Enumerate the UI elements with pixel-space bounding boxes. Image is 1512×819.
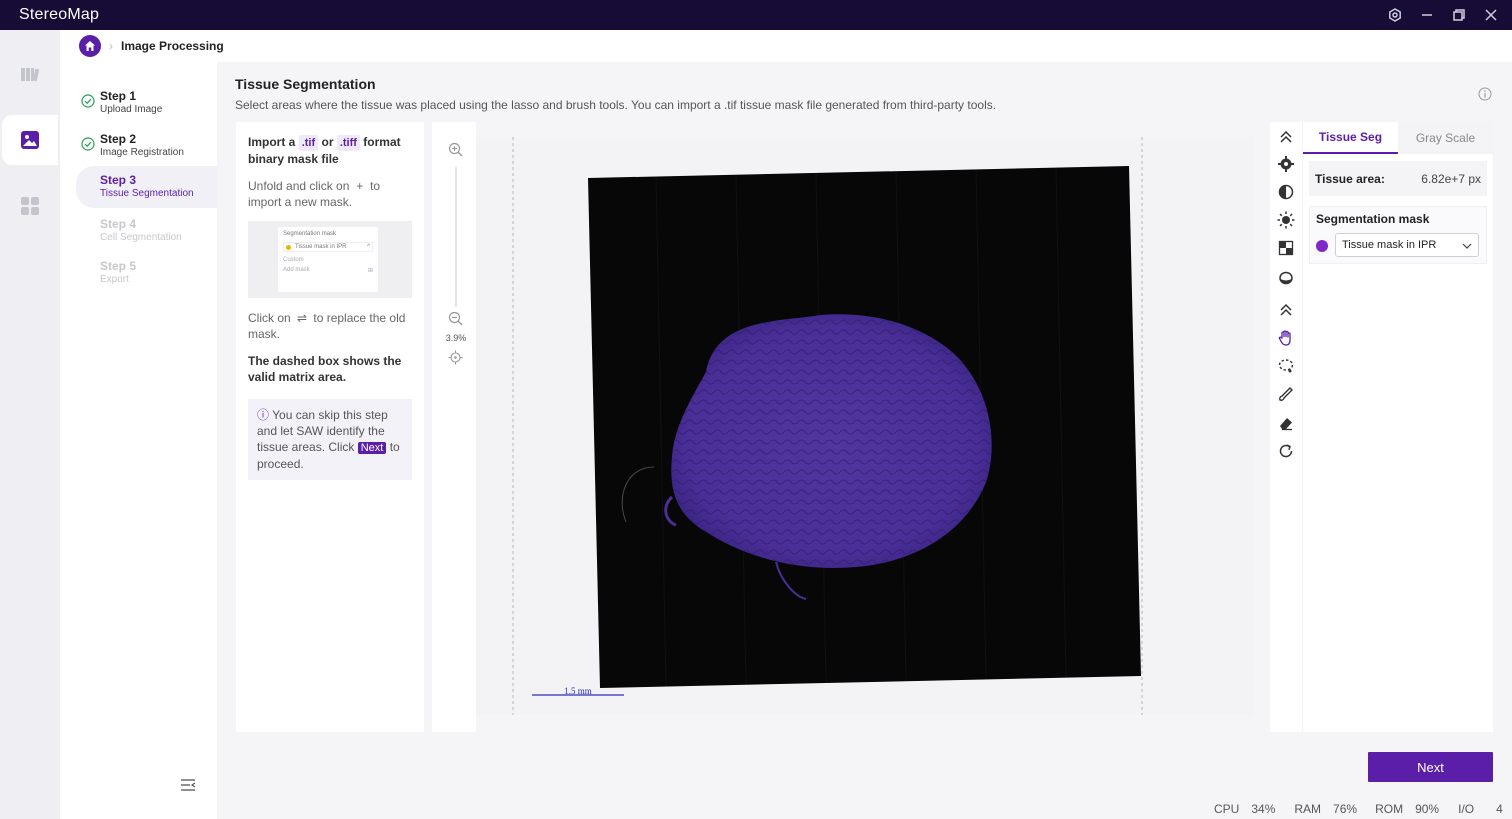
image-processing-icon[interactable] xyxy=(2,115,58,165)
scale-bar-label: 1.5 mm xyxy=(564,686,592,696)
steps-sidebar: Step 1 Upload Image Step 2 Image Registr… xyxy=(60,62,217,819)
app-title: StereoMap xyxy=(19,6,100,23)
ram-value: 76% xyxy=(1333,802,1358,816)
next-button[interactable]: Next xyxy=(1368,752,1493,782)
next-chip: Next xyxy=(357,442,387,454)
tissue-image: 1.5 mm xyxy=(512,137,1143,715)
settings-icon[interactable] xyxy=(1386,6,1404,24)
status-bar: CPU 34% RAM 76% ROM 90% I/O 4 xyxy=(1214,802,1503,816)
mask-preview-image: Segmentation mask Tissue mask in IPR ^ C… xyxy=(248,221,412,298)
instructions-panel: Import a .tif or .tiff format binary mas… xyxy=(236,122,424,732)
brush-icon[interactable] xyxy=(1277,385,1295,403)
panel-tabs: Tissue Seg Gray Scale xyxy=(1303,122,1493,154)
title-bar: StereoMap xyxy=(0,0,1512,30)
properties-panel: Tissue Seg Gray Scale Tissue area: 6.82e… xyxy=(1303,122,1493,732)
step-label: Step 3 xyxy=(100,173,137,187)
ink-drop-icon[interactable] xyxy=(1277,268,1295,286)
lasso-icon[interactable] xyxy=(1277,357,1295,375)
zoom-out-icon[interactable] xyxy=(448,311,463,326)
tab-gray-scale[interactable]: Gray Scale xyxy=(1398,122,1493,154)
home-icon[interactable] xyxy=(79,35,101,57)
library-icon[interactable] xyxy=(0,49,60,99)
dashed-box-note: The dashed box shows the valid matrix ar… xyxy=(248,354,402,384)
breadcrumb-current: Image Processing xyxy=(121,39,224,53)
minimize-icon[interactable] xyxy=(1418,6,1436,24)
segmentation-mask-section: Segmentation mask Tissue mask in IPR xyxy=(1309,206,1487,264)
step-5: Step 5 Export xyxy=(76,252,217,292)
preview-title: Segmentation mask xyxy=(283,231,337,237)
image-canvas[interactable]: 1.5 mm xyxy=(476,137,1254,715)
tissue-area-label: Tissue area: xyxy=(1315,171,1385,186)
preview-custom: Custom xyxy=(283,257,304,263)
replace-instruction: Click on ⇌ to replace the old mask. xyxy=(248,311,406,341)
preview-add: Add mask xyxy=(283,267,310,273)
step-label: Step 5 xyxy=(100,259,137,273)
unfold-instruction: Unfold and click on + to import a new ma… xyxy=(248,179,381,209)
step-sublabel: Cell Segmentation xyxy=(100,232,182,243)
step-3[interactable]: Step 3 Tissue Segmentation xyxy=(76,166,217,208)
step-label: Step 1 xyxy=(100,89,137,103)
tiff-tag: .tiff xyxy=(336,135,360,151)
redo-icon[interactable] xyxy=(1277,442,1295,460)
zoom-controls: 3.9% xyxy=(432,122,476,732)
cpu-label: CPU xyxy=(1214,802,1240,816)
restore-icon[interactable] xyxy=(1450,6,1468,24)
import-instruction: Import a .tif or .tiff format binary mas… xyxy=(248,135,401,166)
breadcrumb-separator: › xyxy=(109,39,113,53)
apps-icon[interactable] xyxy=(0,181,60,231)
collapse-up-icon[interactable] xyxy=(1277,301,1295,319)
hand-icon[interactable] xyxy=(1277,329,1295,347)
recenter-icon[interactable] xyxy=(448,350,463,365)
mask-select-value: Tissue mask in IPR xyxy=(1342,239,1437,251)
window-controls xyxy=(1386,0,1500,30)
segmentation-mask-title: Segmentation mask xyxy=(1316,212,1430,226)
brightness-icon[interactable] xyxy=(1277,211,1295,229)
close-icon[interactable] xyxy=(1482,6,1500,24)
tissue-area-readout: Tissue area: 6.82e+7 px xyxy=(1309,161,1487,196)
swap-icon: ⇌ xyxy=(297,311,308,325)
breadcrumb: › Image Processing xyxy=(60,30,1512,62)
cpu-value: 34% xyxy=(1251,802,1276,816)
tissue-area-value: 6.82e+7 px xyxy=(1421,171,1481,186)
zoom-percent: 3.9% xyxy=(445,333,467,343)
step-2[interactable]: Step 2 Image Registration xyxy=(76,125,217,165)
rom-value: 90% xyxy=(1415,802,1440,816)
mask-color-swatch xyxy=(1316,240,1328,252)
page-description: Select areas where the tissue was placed… xyxy=(235,98,997,112)
nav-rail xyxy=(0,30,60,819)
step-label: Step 2 xyxy=(100,132,137,146)
collapse-sidebar-icon[interactable] xyxy=(180,778,196,792)
rom-label: ROM xyxy=(1375,802,1404,816)
preview-item: Tissue mask in IPR xyxy=(295,244,347,250)
tab-tissue-seg[interactable]: Tissue Seg xyxy=(1303,122,1398,154)
check-circle-icon xyxy=(81,137,95,151)
checker-icon[interactable] xyxy=(1277,239,1295,257)
info-icon[interactable] xyxy=(1478,87,1492,101)
step-label: Step 4 xyxy=(100,217,137,231)
eraser-icon[interactable] xyxy=(1277,414,1295,432)
step-sublabel: Upload Image xyxy=(100,104,163,115)
tool-strip xyxy=(1270,122,1302,732)
mask-select[interactable]: Tissue mask in IPR xyxy=(1335,233,1479,257)
step-sublabel: Image Registration xyxy=(100,147,184,158)
settings-gear-icon[interactable] xyxy=(1277,155,1295,173)
contrast-icon[interactable] xyxy=(1277,183,1295,201)
tif-tag: .tif xyxy=(298,135,319,151)
io-value: 4 xyxy=(1496,802,1503,816)
skip-tip: ⓘ You can skip this step and let SAW ide… xyxy=(248,399,412,480)
step-4: Step 4 Cell Segmentation xyxy=(76,210,217,250)
ram-label: RAM xyxy=(1294,802,1322,816)
step-1[interactable]: Step 1 Upload Image xyxy=(76,82,217,122)
io-label: I/O xyxy=(1458,802,1475,816)
zoom-in-icon[interactable] xyxy=(448,142,463,157)
step-sublabel: Tissue Segmentation xyxy=(100,188,194,199)
page-title: Tissue Segmentation xyxy=(235,76,376,92)
zoom-slider[interactable] xyxy=(455,167,457,307)
collapse-up-icon[interactable] xyxy=(1277,128,1295,146)
plus-icon: + xyxy=(356,179,364,193)
chevron-down-icon xyxy=(1462,243,1472,249)
info-circle-icon: ⓘ xyxy=(257,408,270,422)
step-sublabel: Export xyxy=(100,274,129,285)
check-circle-icon xyxy=(81,94,95,108)
